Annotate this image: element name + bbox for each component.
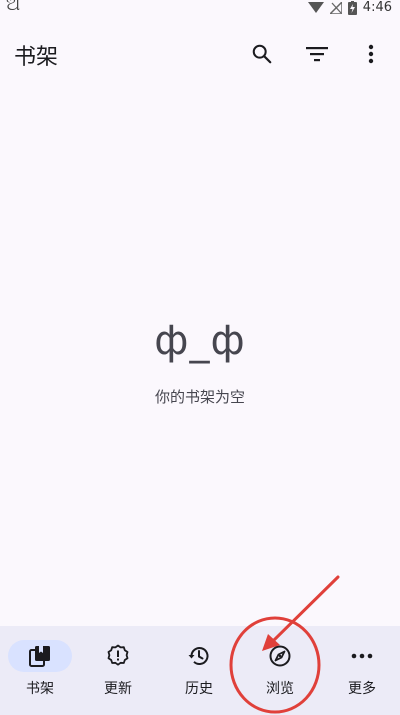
- nav-icon-holder: [330, 640, 394, 672]
- nav-active-indicator: [8, 640, 72, 672]
- top-app-bar: 书架: [0, 28, 400, 80]
- status-bar: ଅ 4:46: [0, 0, 400, 18]
- explore-icon: [269, 645, 291, 667]
- nav-icon-holder: [248, 640, 312, 672]
- nav-item-history[interactable]: 历史: [159, 626, 239, 715]
- nav-item-library[interactable]: 书架: [0, 626, 80, 715]
- page-title: 书架: [14, 45, 59, 70]
- app-glyph-icon: ଅ: [6, 0, 21, 15]
- search-button[interactable]: [246, 38, 278, 70]
- library-icon: [29, 646, 50, 667]
- nav-item-updates[interactable]: 更新: [78, 626, 158, 715]
- status-time: 4:46: [362, 0, 392, 15]
- more-vert-icon: [368, 44, 374, 64]
- status-icons: 4:46: [307, 0, 392, 16]
- filter-button[interactable]: [301, 38, 333, 70]
- filter-icon: [306, 47, 328, 62]
- nav-icon-holder: [86, 640, 150, 672]
- nav-label: 书架: [26, 681, 54, 697]
- signal-icon: [329, 2, 342, 14]
- updates-icon: [107, 644, 129, 666]
- nav-label: 更多: [348, 681, 376, 697]
- battery-charging-icon: [347, 1, 357, 15]
- more-options-button[interactable]: [355, 38, 387, 70]
- more-horiz-icon: [351, 653, 373, 659]
- history-icon: [188, 647, 209, 665]
- empty-state-face: ф_ф: [154, 318, 246, 364]
- nav-item-more[interactable]: 更多: [322, 626, 400, 715]
- nav-label: 浏览: [266, 681, 294, 697]
- empty-state-message: 你的书架为空: [154, 388, 245, 406]
- nav-label: 历史: [185, 681, 213, 697]
- wifi-icon: [307, 2, 324, 13]
- search-icon: [252, 44, 272, 64]
- nav-item-browse[interactable]: 浏览: [240, 626, 320, 715]
- nav-label: 更新: [104, 681, 132, 697]
- bottom-navigation: 书架 更新 历史 浏览 更多: [0, 626, 400, 715]
- nav-icon-holder: [167, 640, 231, 672]
